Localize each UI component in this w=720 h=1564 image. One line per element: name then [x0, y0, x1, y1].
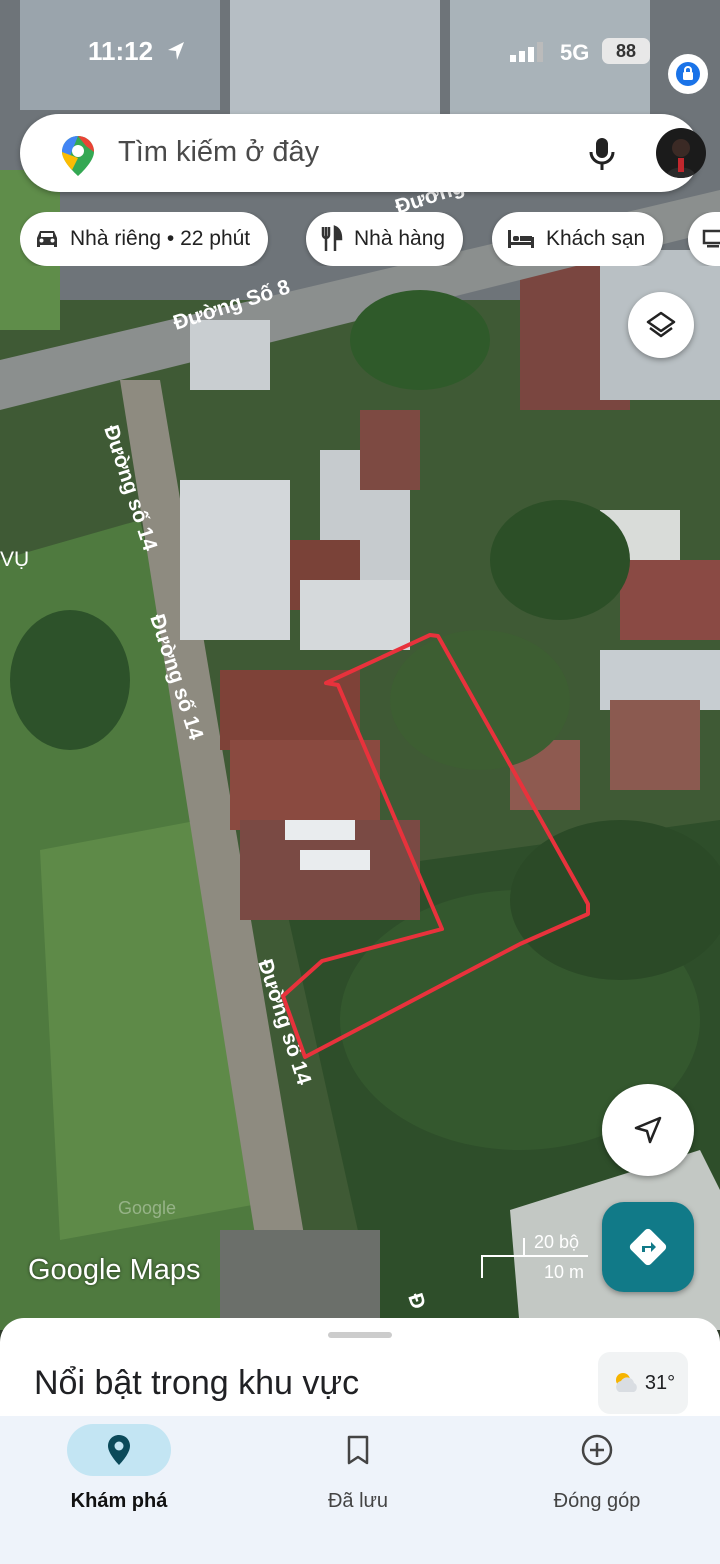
battery-level: 88 — [602, 38, 650, 64]
nav-explore[interactable]: Khám phá — [29, 1424, 209, 1524]
microphone-icon[interactable] — [588, 136, 616, 172]
partly-cloudy-icon — [615, 1373, 637, 1392]
google-watermark: Google — [118, 1198, 176, 1218]
layers-button[interactable] — [628, 292, 694, 358]
scale-meters: 10 m — [544, 1262, 585, 1282]
directions-icon — [629, 1228, 667, 1266]
chip-label: Khách sạn — [546, 227, 646, 250]
map-scale: 20 bộ 10 m — [478, 1230, 590, 1286]
chip-label: Nhà hàng — [354, 227, 446, 250]
nav-label: Đã lưu — [327, 1490, 389, 1512]
weather-chip[interactable]: 31° — [598, 1352, 688, 1414]
google-maps-pin-icon — [62, 136, 94, 176]
monitor-icon — [702, 229, 720, 248]
lock-icon — [676, 62, 700, 86]
location-arrow-icon — [168, 42, 184, 60]
bookmark-icon — [347, 1435, 369, 1465]
chip-label: Nhà riêng • 22 phút — [70, 227, 251, 250]
directions-button[interactable] — [602, 1202, 694, 1292]
sheet-handle[interactable] — [328, 1332, 392, 1338]
search-bar[interactable]: Tìm kiếm ở đây — [20, 114, 706, 192]
nav-label: Đóng góp — [553, 1490, 641, 1512]
sheet-title: Nổi bật trong khu vực — [34, 1364, 360, 1402]
nav-saved[interactable]: Đã lưu — [268, 1424, 448, 1524]
google-maps-logo: Google Maps — [28, 1254, 201, 1286]
nav-label: Khám phá — [70, 1490, 168, 1512]
nav-saved-icon-wrap — [306, 1424, 410, 1476]
my-location-button[interactable] — [602, 1084, 694, 1176]
chip-more[interactable] — [688, 212, 720, 266]
chip-hotel[interactable]: Khách sạn — [492, 212, 664, 266]
layers-icon — [646, 311, 676, 338]
chip-home[interactable]: Nhà riêng • 22 phút — [20, 212, 269, 266]
category-chips: Nhà riêng • 22 phút Nhà hàng Khách sạn — [20, 212, 720, 266]
restaurant-icon — [321, 225, 343, 251]
explore-pin-icon — [108, 1435, 130, 1465]
car-icon — [37, 231, 57, 247]
scale-feet: 20 bộ — [534, 1232, 580, 1252]
area-label: VỤ — [0, 548, 29, 571]
nav-contribute-icon-wrap — [545, 1424, 649, 1476]
navigation-arrow-icon — [634, 1116, 662, 1144]
explore-sheet[interactable]: Nổi bật trong khu vực 31° — [0, 1318, 720, 1428]
search-input[interactable]: Tìm kiếm ở đây — [118, 136, 319, 169]
weather-temp: 31° — [644, 1371, 676, 1394]
lock-badge — [668, 54, 708, 94]
status-time: 11:12 — [88, 36, 154, 66]
nav-explore-icon-wrap — [67, 1424, 171, 1476]
status-bar: 11:12 5G 88 — [0, 34, 720, 74]
signal-icon — [510, 42, 543, 62]
screen: Đường Số 8 Đường số 14 Đường số 14 Đường… — [0, 0, 720, 1564]
avatar[interactable] — [656, 128, 706, 178]
nav-contribute[interactable]: Đóng góp — [507, 1424, 687, 1524]
bed-icon — [508, 230, 534, 248]
network-type: 5G — [560, 40, 590, 65]
add-circle-icon — [581, 1434, 613, 1466]
chip-restaurant[interactable]: Nhà hàng — [306, 212, 464, 266]
bottom-nav: Khám phá Đã lưu Đóng góp — [0, 1416, 720, 1564]
